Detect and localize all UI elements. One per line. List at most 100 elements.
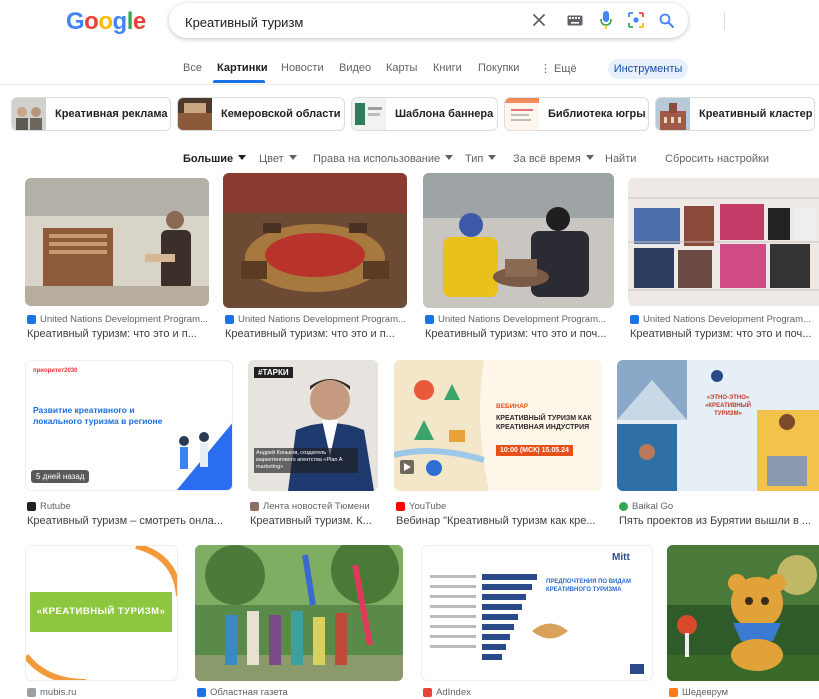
result-source: Лента новостей Тюмени [250, 501, 380, 512]
result-source: AdIndex [423, 687, 653, 698]
chevron-down-icon [238, 155, 247, 160]
chip-label: Креативный кластер [699, 108, 813, 120]
image-headline-text: Развитие креативного и локального туризм… [33, 405, 163, 426]
logo-letter: G [66, 8, 85, 35]
result-source: mubis.ru [27, 687, 177, 698]
filter-size[interactable]: Большие [183, 153, 247, 165]
tab-maps[interactable]: Карты [386, 62, 417, 74]
chevron-down-icon [585, 155, 594, 160]
result-image[interactable]: «ЭТНО-ЭТНО» «КРЕАТИВНЫЙ ТУРИЗМ» [617, 360, 819, 491]
result-image[interactable]: Mitt ПРЕДПОЧТЕНИЯ ПО ВИДАМ КРЕАТИВНОГО Т… [421, 545, 653, 681]
keyboard-icon[interactable] [565, 10, 585, 30]
related-chip[interactable]: Креативный кластер [655, 97, 815, 131]
tab-video[interactable]: Видео [339, 62, 371, 74]
result-image[interactable]: #ТАРКИ Андрей Коньков, создатель маркети… [248, 360, 378, 491]
result-source: United Nations Development Program... [225, 314, 407, 325]
chip-thumbnail [656, 98, 690, 130]
result-title[interactable]: Пять проектов из Бурятии вышли в ... [619, 515, 819, 527]
lens-icon[interactable] [626, 10, 646, 30]
tab-images[interactable]: Картинки [217, 62, 268, 74]
tab-news[interactable]: Новости [281, 62, 324, 74]
image-brand-text: #ТАРКИ [254, 367, 293, 378]
result-image[interactable] [423, 173, 614, 308]
chip-thumbnail [505, 98, 539, 130]
image-caption-text: Андрей Коньков, создатель маркетингового… [254, 448, 358, 473]
result-image[interactable] [25, 178, 209, 306]
clear-icon[interactable] [529, 10, 549, 30]
search-divider [724, 12, 725, 30]
search-input[interactable] [183, 11, 517, 33]
result-source-name: YouTube [409, 501, 447, 512]
result-image[interactable]: «КРЕАТИВНЫЙ ТУРИЗМ» [25, 545, 178, 681]
result-title[interactable]: Креативный туризм. К... [250, 515, 380, 527]
result-source-name: United Nations Development Program... [238, 314, 406, 325]
source-favicon-icon [669, 688, 678, 697]
result-source: United Nations Development Program... [630, 314, 819, 325]
result-source: United Nations Development Program... [425, 314, 615, 325]
filter-color[interactable]: Цвет [259, 153, 297, 165]
filter-label: Цвет [259, 153, 284, 165]
result-source-name: Областная газета [210, 687, 288, 698]
reset-filters-button[interactable]: Сбросить настройки [665, 153, 769, 165]
result-image[interactable]: ВЕБИНАР КРЕАТИВНЫЙ ТУРИЗМ КАК КРЕАТИВНАЯ… [394, 360, 602, 491]
video-age-badge: 5 дней назад [31, 470, 90, 483]
result-image[interactable]: приоритет2030 Развитие креативного и лок… [25, 360, 233, 491]
tab-shopping[interactable]: Покупки [478, 62, 519, 74]
search-tabs: Все Картинки Новости Видео Карты Книги П… [0, 56, 819, 85]
google-logo[interactable]: Google [66, 8, 146, 36]
tab-all[interactable]: Все [183, 62, 202, 74]
result-title[interactable]: Вебинар "Креативный туризм как кре... [396, 515, 602, 527]
result-source: Шедеврум [669, 687, 819, 698]
image-headline-text: КРЕАТИВНЫЙ ТУРИЗМ КАК КРЕАТИВНАЯ ИНДУСТР… [496, 415, 592, 431]
search-icon[interactable] [656, 10, 676, 30]
source-favicon-icon [225, 315, 234, 324]
related-chip[interactable]: Библиотека югры [504, 97, 649, 131]
related-chip[interactable]: Креативная реклама [11, 97, 171, 131]
result-title[interactable]: Креативный туризм – смотреть онла... [27, 515, 237, 527]
result-source-name: Шедеврум [682, 687, 729, 698]
filter-usage-rights[interactable]: Права на использование [313, 153, 454, 165]
logo-letter: o [84, 8, 99, 35]
result-image[interactable] [628, 178, 819, 306]
result-title[interactable]: Креативный туризм: что это и п... [225, 328, 407, 340]
image-date-text: 10:00 (МСК) 15.05.24 [496, 445, 573, 456]
result-image[interactable] [223, 173, 407, 308]
result-source: Baikal Go [619, 501, 819, 512]
source-favicon-icon [423, 688, 432, 697]
microphone-icon[interactable] [596, 10, 616, 30]
result-source: Областная газета [197, 687, 403, 698]
source-favicon-icon [619, 502, 628, 511]
result-title[interactable]: Креативный туризм: что это и поч... [425, 328, 615, 340]
chevron-down-icon [445, 155, 454, 160]
related-chip[interactable]: Шаблона баннера [351, 97, 498, 131]
tab-books[interactable]: Книги [433, 62, 462, 74]
related-chip[interactable]: Кемеровской области [177, 97, 345, 131]
search-box [169, 3, 725, 38]
filter-find-button[interactable]: Найти [605, 153, 636, 165]
chevron-down-icon [288, 155, 297, 160]
chevron-down-icon [488, 155, 497, 160]
tab-more[interactable]: ⋮ Ещё [540, 62, 577, 75]
image-headline-text: ПРЕДПОЧТЕНИЯ ПО ВИДАМ КРЕАТИВНОГО ТУРИЗМ… [546, 579, 631, 593]
result-image[interactable] [195, 545, 403, 681]
source-favicon-icon [27, 502, 36, 511]
result-image[interactable] [667, 545, 819, 681]
result-source-name: United Nations Development Program... [643, 314, 811, 325]
result-source-name: Лента новостей Тюмени [263, 501, 370, 512]
filter-type[interactable]: Тип [465, 153, 497, 165]
result-source-name: United Nations Development Program... [40, 314, 207, 325]
result-title[interactable]: Креативный туризм: что это и поч... [630, 328, 819, 340]
source-favicon-icon [630, 315, 639, 324]
result-source-name: United Nations Development Program... [438, 314, 606, 325]
chip-thumbnail [352, 98, 386, 130]
image-headline-text: «ЭТНО-ЭТНО» «КРЕАТИВНЫЙ ТУРИЗМ» [705, 395, 751, 417]
filter-time[interactable]: За всё время [513, 153, 594, 165]
filter-label: Тип [465, 153, 484, 165]
result-title[interactable]: Креативный туризм: что это и п... [27, 328, 209, 340]
result-source-name: AdIndex [436, 687, 471, 698]
tools-button[interactable]: Инструменты [608, 59, 688, 79]
filter-label: За всё время [513, 153, 581, 165]
source-favicon-icon [396, 502, 405, 511]
filter-label: Права на использование [313, 153, 441, 165]
result-source: YouTube [396, 501, 602, 512]
